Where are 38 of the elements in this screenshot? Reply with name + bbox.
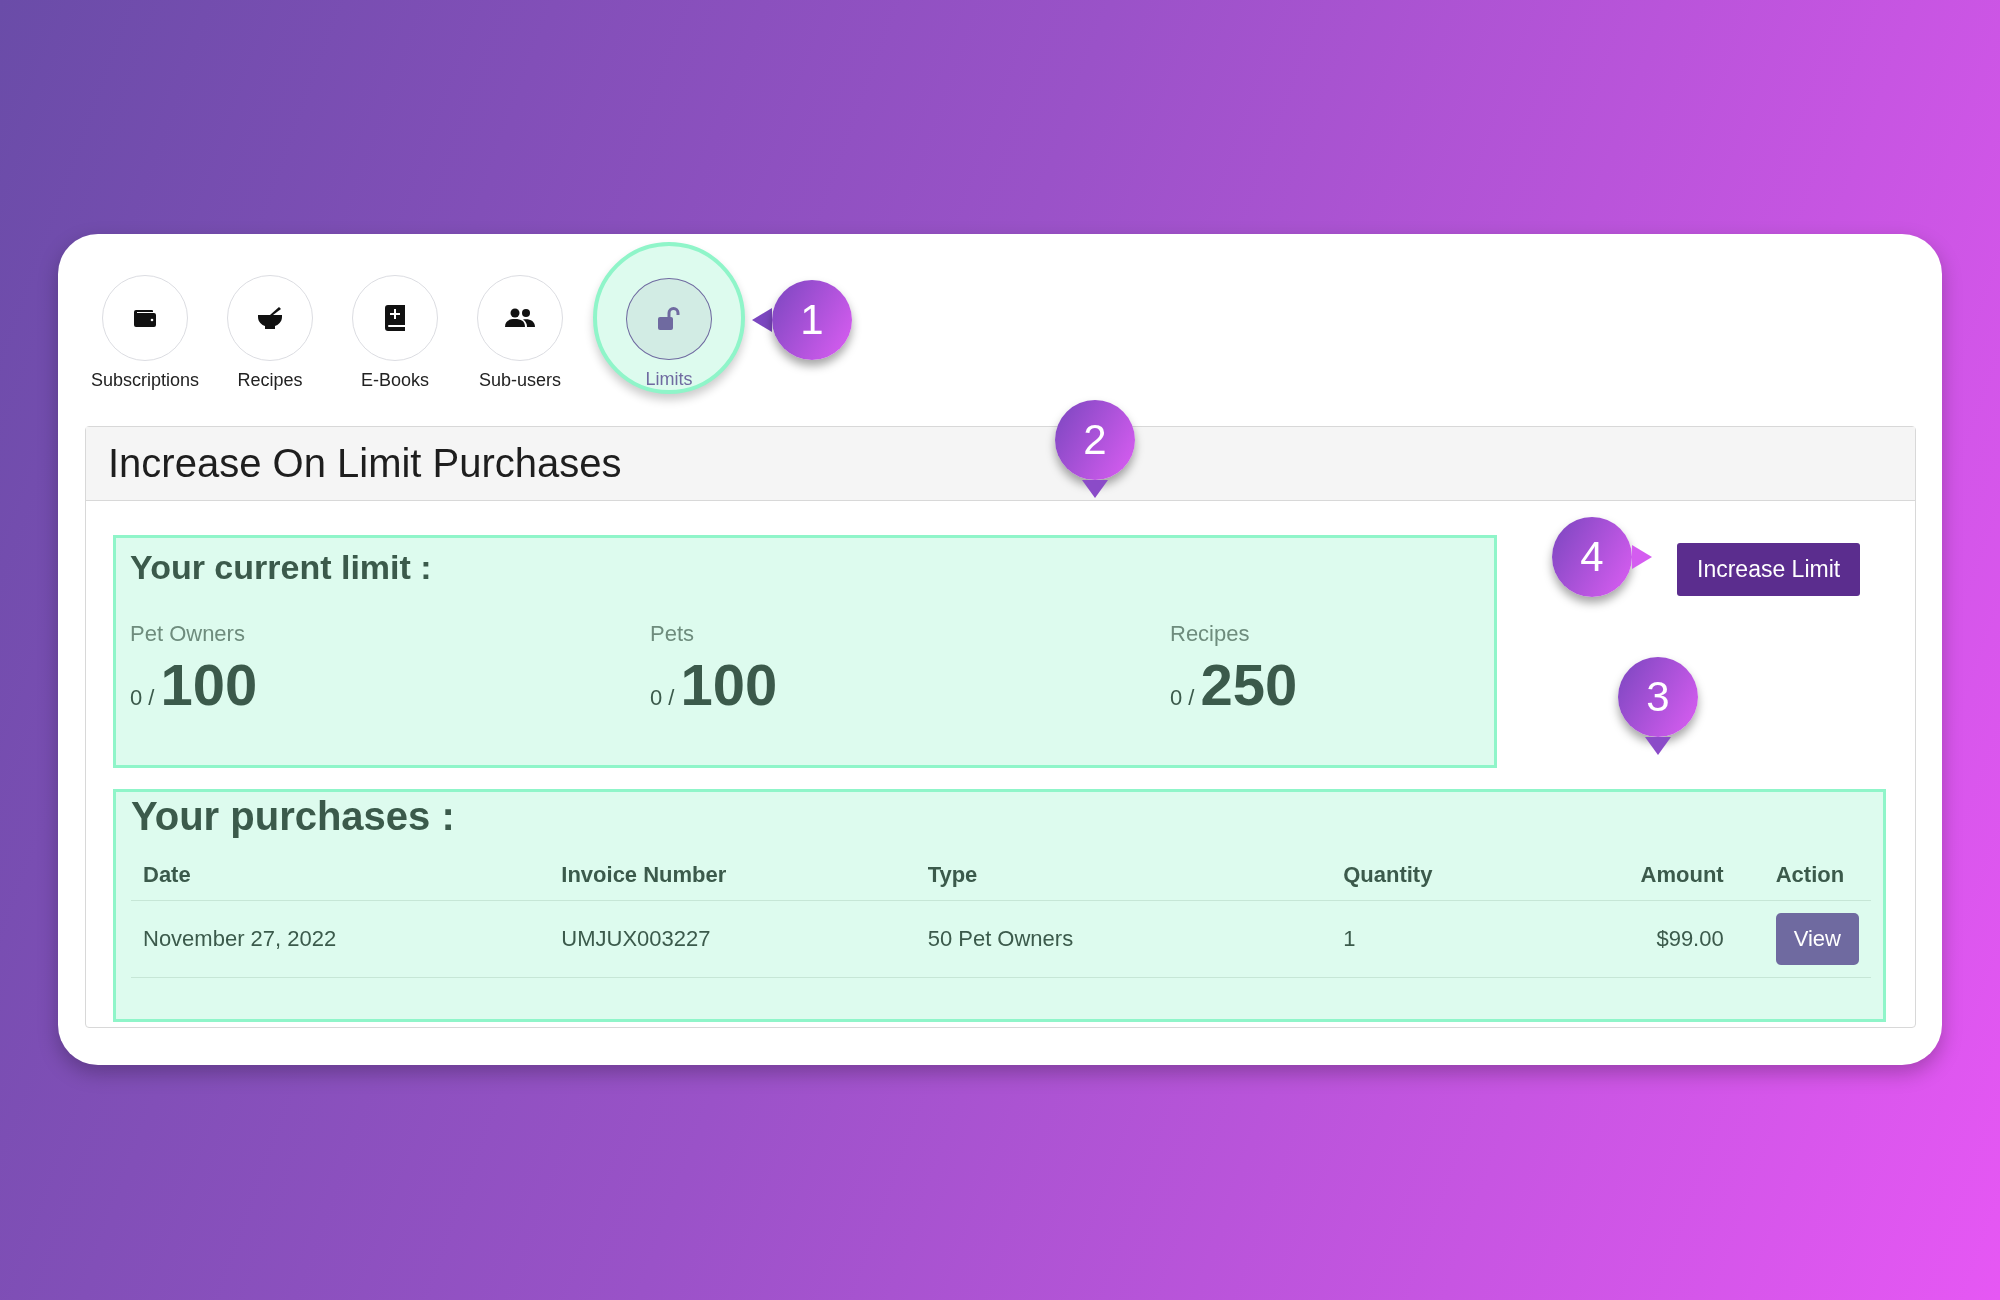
limit-value: 100 — [680, 651, 778, 718]
stat-label: Pets — [650, 621, 696, 647]
pointer-triangle — [1082, 480, 1108, 498]
column-header: Type — [915, 850, 1332, 901]
view-button[interactable]: View — [1775, 913, 1859, 965]
pointer-triangle — [1632, 545, 1652, 569]
tab[interactable]: Limits — [593, 242, 745, 394]
step-badge: 2 — [1055, 400, 1135, 480]
step-badge: 1 — [772, 280, 852, 360]
book-plus-icon — [385, 305, 405, 331]
step-badge: 3 — [1618, 657, 1698, 737]
table-cell: $99.00 — [1569, 900, 1736, 978]
wallet-icon — [133, 308, 157, 328]
used-count: 0 / — [130, 685, 155, 711]
section-heading: Your purchases : — [131, 793, 456, 840]
limit-value: 100 — [160, 651, 258, 718]
mortar-pestle-icon — [257, 306, 283, 330]
section-heading: Your current limit : — [130, 548, 433, 587]
used-count: 0 / — [1170, 685, 1195, 711]
stat-label: Recipes — [1170, 621, 1251, 647]
limit-value: 250 — [1200, 651, 1298, 718]
users-icon — [505, 308, 535, 328]
table-cell: November 27, 2022 — [131, 900, 550, 978]
table-cell: UMJUX003227 — [549, 900, 916, 978]
column-header: Action — [1735, 850, 1871, 901]
pointer-triangle — [1645, 737, 1671, 755]
panel-title: Increase On Limit Purchases — [108, 441, 622, 486]
step-badge: 4 — [1552, 517, 1632, 597]
unlocked-padlock-icon — [657, 307, 681, 331]
column-header: Quantity — [1331, 850, 1570, 901]
column-header: Date — [131, 850, 550, 901]
column-header: Amount — [1569, 850, 1736, 901]
table-cell: 1 — [1331, 900, 1570, 978]
used-count: 0 / — [650, 685, 675, 711]
column-header: Invoice Number — [549, 850, 916, 901]
stat-label: Pet Owners — [130, 621, 246, 647]
increase-limit-button[interactable]: Increase Limit — [1677, 543, 1861, 596]
table-cell: 50 Pet Owners — [915, 900, 1332, 978]
